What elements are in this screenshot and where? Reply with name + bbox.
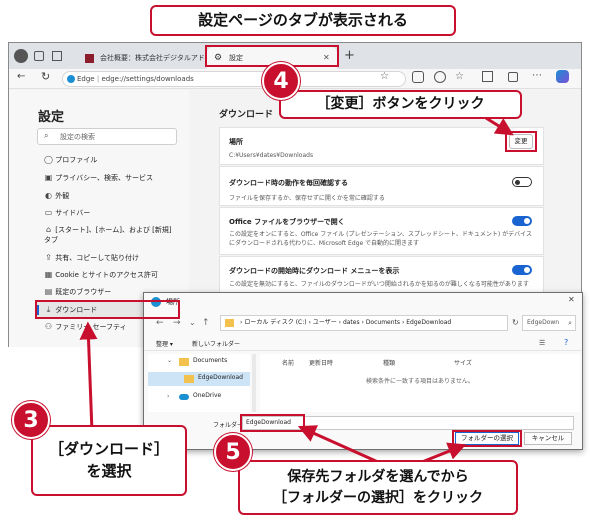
callout-tab: 設定ページのタブが表示される (150, 5, 456, 36)
arrow-to-change (485, 116, 514, 136)
callout-step3: ［ダウンロード］ を選択 (31, 425, 187, 496)
callout-step4: ［変更］ボタンをクリック (279, 90, 522, 119)
step3-line2: を選択 (86, 462, 132, 480)
step3-line1: ［ダウンロード］ (48, 440, 169, 458)
screenshot-stage: { "annotations":{ "top_callout":"設定ページのタ… (0, 0, 590, 523)
step3-number: 3 (12, 401, 50, 439)
step5-line2: ［フォルダーの選択］をクリック (273, 490, 483, 506)
step5-number: 5 (214, 433, 252, 471)
arrow-to-folder-input (297, 425, 379, 464)
arrow-to-downloads (79, 321, 98, 433)
step4-number: 4 (262, 62, 300, 100)
step5-line1: 保存先フォルダを選んでから (287, 469, 469, 485)
callout-step5: 保存先フォルダを選んでから ［フォルダーの選択］をクリック (238, 460, 518, 515)
